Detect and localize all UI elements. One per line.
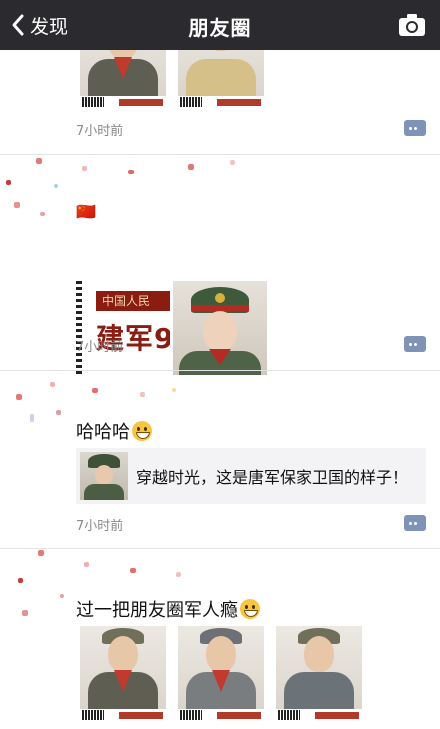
post-text: 🇨🇳 [76, 202, 96, 221]
moments-feed[interactable]: 7小时前 🇨🇳 中国人民 建军9( 7小时前 [0, 50, 440, 729]
grin-emoji-icon [240, 599, 260, 619]
comment-icon[interactable] [404, 336, 426, 352]
post-image[interactable]: 中国人民 建军9( [76, 281, 170, 375]
navbar: 发现 朋友圈 [0, 0, 440, 50]
post-time: 7小时前 [76, 340, 124, 355]
moment-post: 7小时前 [0, 50, 440, 154]
post-time: 7小时前 [76, 519, 124, 534]
shared-link-thumbnail [80, 452, 128, 500]
poster-banner: 中国人民 [96, 291, 170, 311]
post-image[interactable] [178, 50, 264, 108]
post-time: 7小时前 [76, 124, 124, 139]
post-image[interactable] [80, 626, 166, 721]
moment-post: 🇨🇳 中国人民 建军9( 7小时前 [0, 154, 440, 375]
post-text-content: 哈哈哈 [76, 422, 130, 443]
moment-post: 哈哈哈 穿越时光，这是唐军保家卫国的样子！ 7小时前 [0, 370, 440, 548]
grin-emoji-icon [132, 421, 152, 441]
post-image[interactable] [173, 281, 267, 375]
post-image[interactable] [276, 626, 362, 721]
shared-link-title: 穿越时光，这是唐军保家卫国的样子！ [136, 468, 409, 487]
avatar-confetti [0, 154, 240, 224]
post-text: 过一把朋友圈军人瘾 [76, 596, 260, 622]
comment-icon[interactable] [404, 120, 426, 136]
moment-post: 过一把朋友圈军人瘾 [0, 548, 440, 729]
post-text-content: 过一把朋友圈军人瘾 [76, 600, 238, 621]
camera-icon[interactable] [398, 13, 426, 37]
comment-icon[interactable] [404, 515, 426, 531]
post-text: 哈哈哈 [76, 418, 152, 444]
page-title: 朋友圈 [188, 16, 252, 40]
post-image[interactable] [178, 626, 264, 721]
post-image[interactable] [80, 50, 166, 108]
shared-link-card[interactable]: 穿越时光，这是唐军保家卫国的样子！ [76, 448, 426, 504]
